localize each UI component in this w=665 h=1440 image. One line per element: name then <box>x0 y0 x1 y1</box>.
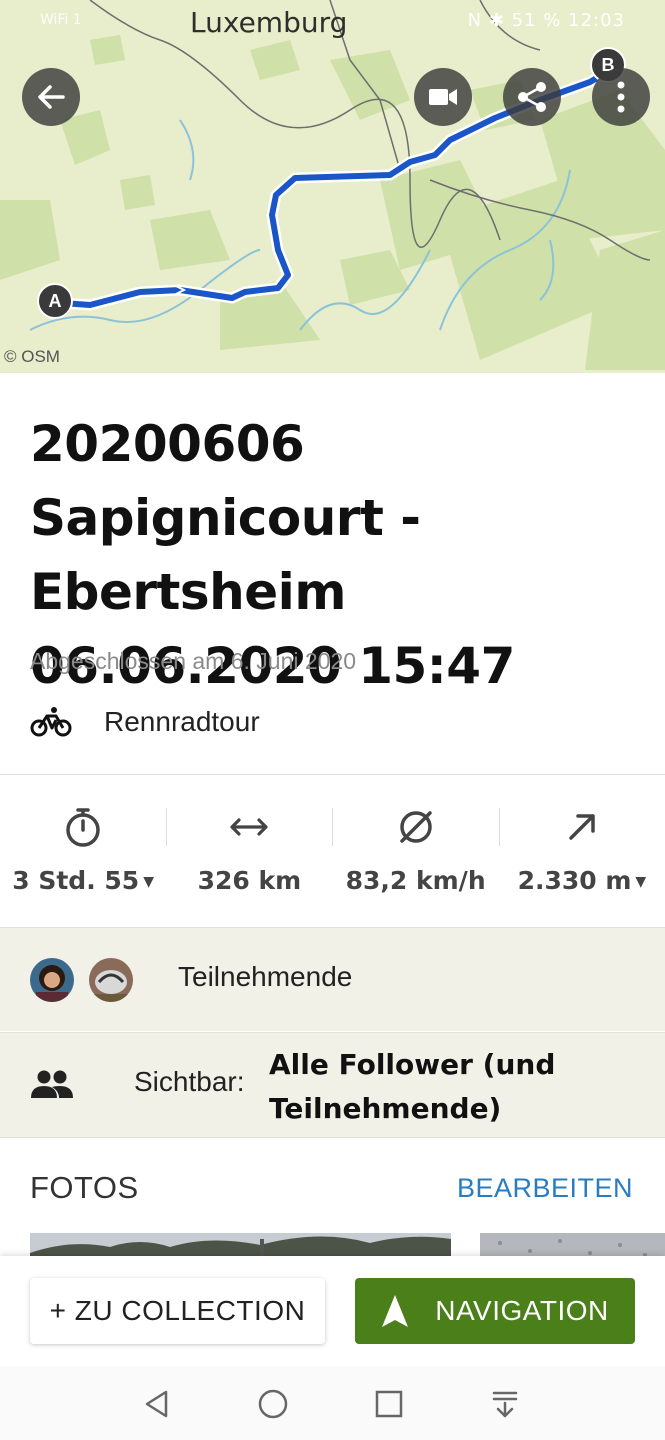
stat-separator <box>166 808 167 846</box>
stat-separator <box>332 808 333 846</box>
route-map[interactable]: WiFi 1 Luxemburg N ✱ 51 % 12:03 A B © OS… <box>0 0 665 373</box>
map-background <box>0 0 665 373</box>
participant-avatar-image <box>89 958 133 1002</box>
visibility-value: Alle Follower (und Teilnehmende) <box>269 1048 556 1125</box>
system-recents-button[interactable] <box>371 1386 407 1422</box>
share-icon <box>518 82 546 112</box>
navigation-arrow-icon <box>382 1295 409 1327</box>
bottom-action-bar: + ZU COLLECTION NAVIGATION <box>0 1256 665 1366</box>
avatar[interactable] <box>89 958 133 1002</box>
system-status: N ✱ 51 % 12:03 <box>467 10 625 31</box>
system-navigation-bar <box>0 1366 665 1440</box>
navigation-label: NAVIGATION <box>435 1295 609 1326</box>
share-button[interactable] <box>503 68 561 126</box>
distance-arrows-icon <box>230 818 268 836</box>
signal-status: WiFi 1 <box>40 12 82 28</box>
add-to-collection-button[interactable]: + ZU COLLECTION <box>30 1278 325 1344</box>
tour-stats: 3 Std. 55 ▼ 326 km 83,2 km/h 2.330 m ▼ <box>0 778 665 926</box>
edit-photos-link[interactable]: BEARBEITEN <box>457 1173 633 1204</box>
pull-down-icon <box>492 1391 518 1418</box>
divider <box>0 774 665 775</box>
average-speed-icon <box>399 811 432 843</box>
add-to-collection-label: + ZU COLLECTION <box>49 1295 306 1326</box>
system-back-button[interactable] <box>139 1386 175 1422</box>
map-city-label: Luxemburg <box>190 6 348 39</box>
stopwatch-icon <box>66 808 100 847</box>
stat-elevation[interactable]: 2.330 m ▼ <box>499 778 665 926</box>
route-start-label: A <box>48 290 62 311</box>
speed-value: 83,2 km/h <box>345 866 486 895</box>
stat-distance: 326 km <box>166 778 332 926</box>
participants-label: Teilnehmende <box>178 961 353 992</box>
square-recents-icon <box>375 1390 403 1418</box>
more-vertical-icon <box>617 81 625 113</box>
photos-header: FOTOS <box>30 1170 139 1205</box>
more-options-button[interactable] <box>592 68 650 126</box>
stat-speed: 83,2 km/h <box>333 778 499 926</box>
road-bike-icon <box>30 707 72 737</box>
video-button[interactable] <box>414 68 472 126</box>
sport-type: Rennradtour <box>30 702 260 742</box>
stat-separator <box>499 808 500 846</box>
distance-value: 326 km <box>197 866 302 895</box>
map-attribution[interactable]: © OSM <box>4 347 60 367</box>
participant-avatar-image <box>30 958 74 1002</box>
status-bar: WiFi 1 Luxemburg N ✱ 51 % 12:03 <box>0 0 665 46</box>
back-arrow-icon <box>38 85 65 109</box>
system-home-button[interactable] <box>255 1386 291 1422</box>
elevation-arrow-icon <box>569 814 595 840</box>
people-icon <box>31 1070 73 1098</box>
tour-completed-date: Abgeschlossen am 6. Juni 2020 <box>30 648 357 674</box>
visibility-label: Sichtbar: <box>134 1066 245 1097</box>
system-notifications-button[interactable] <box>487 1386 523 1422</box>
route-start-marker[interactable]: A <box>37 283 73 319</box>
video-camera-icon <box>429 89 457 105</box>
circle-home-icon <box>258 1389 288 1419</box>
duration-value: 3 Std. 55 <box>12 866 140 895</box>
navigation-button[interactable]: NAVIGATION <box>355 1278 635 1344</box>
stat-duration[interactable]: 3 Std. 55 ▼ <box>0 778 166 926</box>
chevron-down-icon: ▼ <box>635 874 647 890</box>
elevation-value: 2.330 m <box>517 866 632 895</box>
chevron-down-icon: ▼ <box>143 874 154 890</box>
back-button[interactable] <box>22 68 80 126</box>
avatar[interactable] <box>30 958 74 1002</box>
triangle-back-icon <box>145 1390 168 1418</box>
sport-label: Rennradtour <box>104 706 260 737</box>
